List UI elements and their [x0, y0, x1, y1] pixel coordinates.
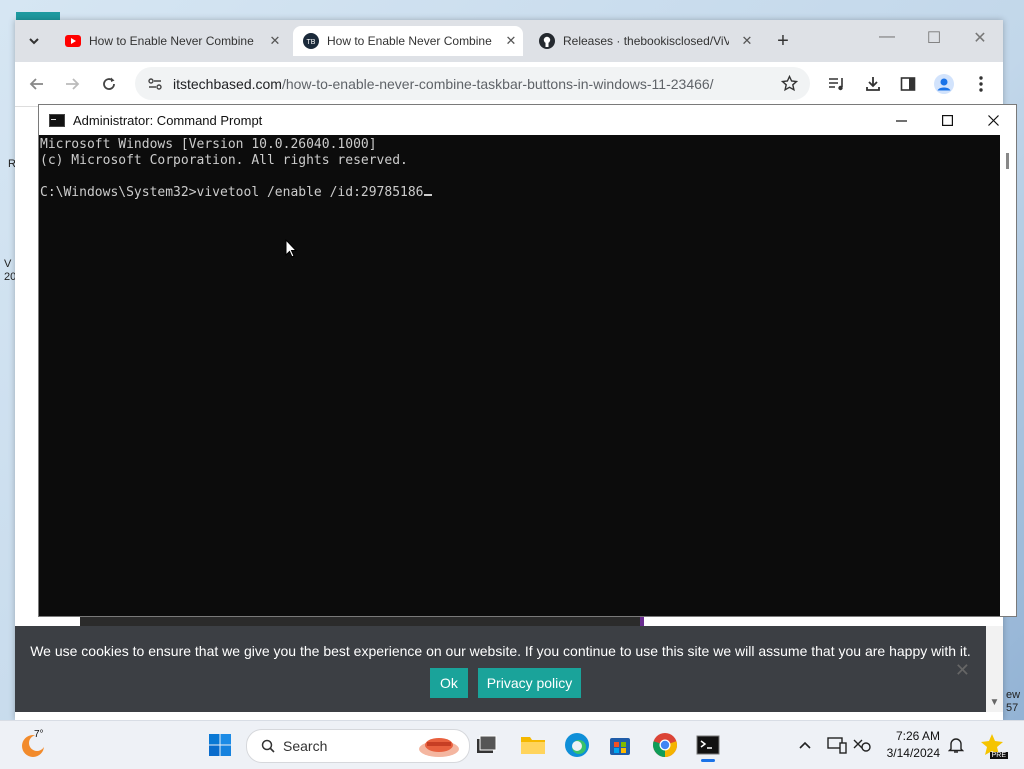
- store-icon: [610, 738, 630, 755]
- cmd-maximize-button[interactable]: [924, 105, 970, 135]
- folder-icon: [521, 737, 545, 754]
- search-icon: [261, 739, 275, 753]
- desktop-edge-label: V: [4, 258, 12, 270]
- tab-strip: How to Enable Never Combine ✕ TB How to …: [15, 20, 1003, 62]
- weather-widget[interactable]: 7°: [20, 729, 60, 761]
- chrome-icon: [653, 733, 677, 757]
- reload-icon: [103, 77, 115, 90]
- cmd-minimize-button[interactable]: [878, 105, 924, 135]
- maximize-icon: [941, 114, 953, 126]
- task-view-button[interactable]: [470, 729, 502, 761]
- itstechbased-icon: TB: [303, 33, 319, 49]
- download-icon[interactable]: [861, 72, 885, 96]
- arrow-left-icon: [29, 78, 43, 90]
- console-command: C:\Windows\System32>vivetool /enable /id…: [40, 185, 424, 200]
- console-line: (c) Microsoft Corporation. All rights re…: [40, 153, 408, 168]
- minimize-icon: [895, 119, 907, 122]
- terminal-icon: [696, 735, 720, 755]
- scroll-down-arrow-icon[interactable]: ▼: [986, 695, 1003, 711]
- bookmark-star-icon[interactable]: [781, 75, 798, 92]
- browser-minimize-button[interactable]: —: [875, 28, 899, 46]
- notification-bell-icon[interactable]: [940, 729, 972, 761]
- cmd-scrollbar[interactable]: [1000, 135, 1016, 616]
- show-hidden-icons-button[interactable]: [789, 729, 821, 761]
- address-bar[interactable]: itstechbased.com/how-to-enable-never-com…: [135, 67, 810, 100]
- mouse-pointer-icon: [285, 238, 298, 263]
- cookie-banner: We use cookies to ensure that we give yo…: [15, 626, 986, 712]
- insider-preview-icon[interactable]: PRE: [976, 729, 1008, 761]
- forward-button[interactable]: [60, 72, 84, 96]
- chrome-button[interactable]: [649, 729, 681, 761]
- clock-date[interactable]: 3/14/2024: [872, 746, 940, 760]
- youtube-icon: [65, 33, 81, 49]
- arrow-right-icon: [66, 78, 80, 90]
- cmd-scrollbar-thumb[interactable]: [1006, 153, 1009, 169]
- browser-tab-active[interactable]: TB How to Enable Never Combine ✕: [293, 26, 523, 56]
- cmd-title-bar[interactable]: Administrator: Command Prompt: [39, 105, 1016, 135]
- browser-maximize-button[interactable]: ☐: [922, 28, 946, 48]
- cmd-close-button[interactable]: [970, 105, 1016, 135]
- clock-time[interactable]: 7:26 AM: [872, 729, 940, 743]
- search-placeholder: Search: [283, 738, 328, 754]
- command-prompt-window: Administrator: Command Prompt Microsoft …: [38, 104, 1017, 617]
- browser-close-button[interactable]: ✕: [968, 28, 992, 48]
- file-explorer-button[interactable]: [517, 729, 549, 761]
- cookie-ok-button[interactable]: Ok: [430, 668, 468, 698]
- browser-tab[interactable]: How to Enable Never Combine ✕: [55, 26, 287, 56]
- browser-tab[interactable]: Releases · thebookisclosed/ViVe ✕: [529, 26, 759, 56]
- windows-logo-icon: [209, 734, 231, 756]
- profile-avatar-icon[interactable]: [932, 72, 956, 96]
- start-button[interactable]: [204, 729, 236, 761]
- url-path: /how-to-enable-never-combine-taskbar-but…: [281, 75, 714, 92]
- tab-close-button[interactable]: ✕: [739, 33, 755, 49]
- microsoft-store-button[interactable]: [604, 729, 636, 761]
- site-settings-icon[interactable]: [147, 76, 163, 92]
- side-panel-icon[interactable]: [896, 72, 920, 96]
- text-cursor: [423, 194, 432, 196]
- menu-kebab-icon[interactable]: [969, 72, 993, 96]
- chevron-up-icon: [799, 741, 811, 749]
- chevron-down-icon: [29, 38, 39, 45]
- close-icon: [987, 114, 999, 126]
- tab-title: Releases · thebookisclosed/ViVe: [563, 34, 729, 48]
- edge-icon: [565, 733, 589, 757]
- tab-search-button[interactable]: [19, 26, 49, 56]
- desktop-edge-label: 57: [1006, 702, 1019, 714]
- cookie-message: We use cookies to ensure that we give yo…: [30, 643, 971, 659]
- new-tab-button[interactable]: +: [771, 26, 795, 56]
- taskbar-search-box[interactable]: Search: [246, 729, 470, 763]
- url-host: itstechbased.com: [173, 75, 282, 92]
- browser-toolbar: itstechbased.com/how-to-enable-never-com…: [15, 62, 1003, 107]
- media-controls-icon[interactable]: [825, 72, 849, 96]
- svg-text:TB: TB: [307, 39, 316, 46]
- github-icon: [539, 33, 555, 49]
- edge-button[interactable]: [561, 729, 593, 761]
- tab-title: How to Enable Never Combine: [89, 34, 254, 48]
- taskbar: 7° Search 7:26 AM 3/14/2024 PRE: [0, 720, 1024, 769]
- tab-title: How to Enable Never Combine: [327, 34, 492, 48]
- cmd-console-output[interactable]: Microsoft Windows [Version 10.0.26040.10…: [39, 135, 1000, 616]
- console-prompt-line: C:\Windows\System32>vivetool /enable /id…: [40, 185, 1000, 201]
- weather-temperature: 7°: [34, 729, 44, 740]
- cmd-title: Administrator: Command Prompt: [73, 112, 263, 128]
- reload-button[interactable]: [97, 72, 121, 96]
- cookie-close-button[interactable]: ✕: [955, 660, 970, 681]
- privacy-policy-button[interactable]: Privacy policy: [478, 668, 581, 698]
- desktop-edge-label: ew: [1006, 689, 1021, 701]
- tab-close-button[interactable]: ✕: [503, 33, 519, 49]
- task-view-icon: [477, 735, 497, 753]
- search-highlight-icon: [419, 738, 459, 757]
- tab-close-button[interactable]: ✕: [267, 33, 283, 49]
- back-button[interactable]: [25, 72, 49, 96]
- console-line: Microsoft Windows [Version 10.0.26040.10…: [40, 137, 377, 152]
- preview-badge: PRE: [989, 752, 1008, 759]
- terminal-button[interactable]: [692, 729, 724, 762]
- active-app-indicator: [701, 759, 715, 762]
- cmd-app-icon: [49, 113, 65, 127]
